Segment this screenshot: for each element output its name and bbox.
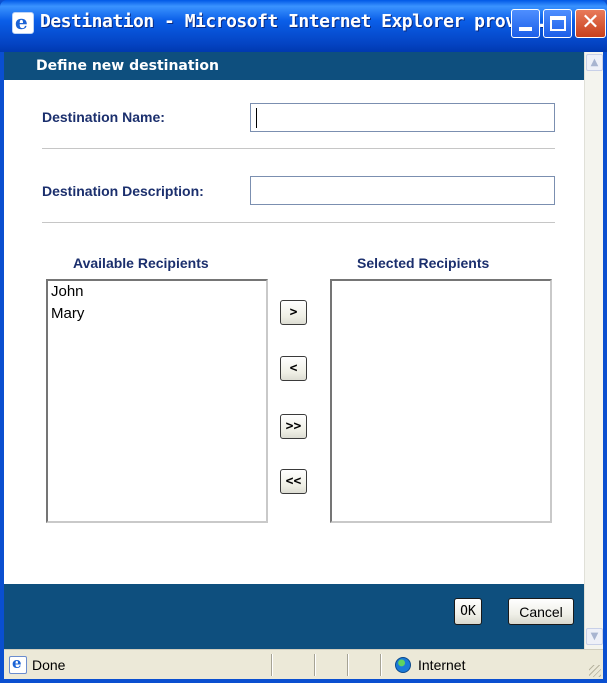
text-cursor — [256, 108, 257, 128]
close-icon: ✕ — [581, 10, 600, 35]
scroll-up-arrow-icon[interactable]: ▲ — [586, 54, 603, 71]
destination-description-input[interactable] — [250, 176, 555, 205]
status-bar: Done Internet — [4, 649, 603, 679]
list-item[interactable]: John — [48, 281, 266, 303]
divider-2 — [42, 222, 555, 223]
vertical-scrollbar[interactable]: ▲ ▼ — [584, 52, 603, 649]
close-button[interactable]: ✕ — [575, 9, 606, 38]
scroll-down-arrow-icon[interactable]: ▼ — [586, 628, 603, 645]
maximize-button[interactable] — [543, 9, 572, 38]
dialog-header: Define new destination — [4, 52, 584, 80]
dialog-footer — [4, 584, 584, 649]
list-item[interactable]: Mary — [48, 303, 266, 325]
add-all-recipients-button[interactable]: >> — [280, 414, 307, 439]
status-separator — [314, 654, 316, 676]
ok-button[interactable]: OK — [454, 598, 482, 625]
status-separator — [380, 654, 382, 676]
available-recipients-list[interactable]: John Mary — [46, 279, 268, 523]
remove-all-recipients-button[interactable]: << — [280, 469, 307, 494]
resize-grip[interactable] — [589, 665, 601, 677]
status-separator — [347, 654, 349, 676]
security-zone-text: Internet — [418, 657, 466, 673]
remove-recipient-button[interactable]: < — [280, 356, 307, 381]
minimize-button[interactable] — [511, 9, 540, 38]
cancel-button[interactable]: Cancel — [508, 598, 574, 625]
title-bar[interactable]: e Destination - Microsoft Internet Explo… — [0, 0, 607, 52]
window-title: Destination - Microsoft Internet Explore… — [40, 11, 568, 32]
available-recipients-label: Available Recipients — [73, 255, 209, 271]
destination-name-input[interactable] — [250, 103, 555, 132]
ie-page-icon — [9, 654, 27, 674]
dialog-content: Define new destination Destination Name:… — [4, 52, 584, 649]
internet-globe-icon — [395, 657, 411, 673]
status-text: Done — [32, 657, 66, 673]
browser-window: e Destination - Microsoft Internet Explo… — [0, 0, 607, 683]
selected-recipients-list[interactable] — [330, 279, 552, 523]
ie-logo-icon[interactable]: e — [12, 10, 34, 34]
add-recipient-button[interactable]: > — [280, 300, 307, 325]
divider-1 — [42, 148, 555, 149]
selected-recipients-label: Selected Recipients — [357, 255, 490, 271]
destination-name-label: Destination Name: — [42, 109, 165, 125]
destination-description-label: Destination Description: — [42, 183, 204, 199]
status-separator — [271, 654, 273, 676]
